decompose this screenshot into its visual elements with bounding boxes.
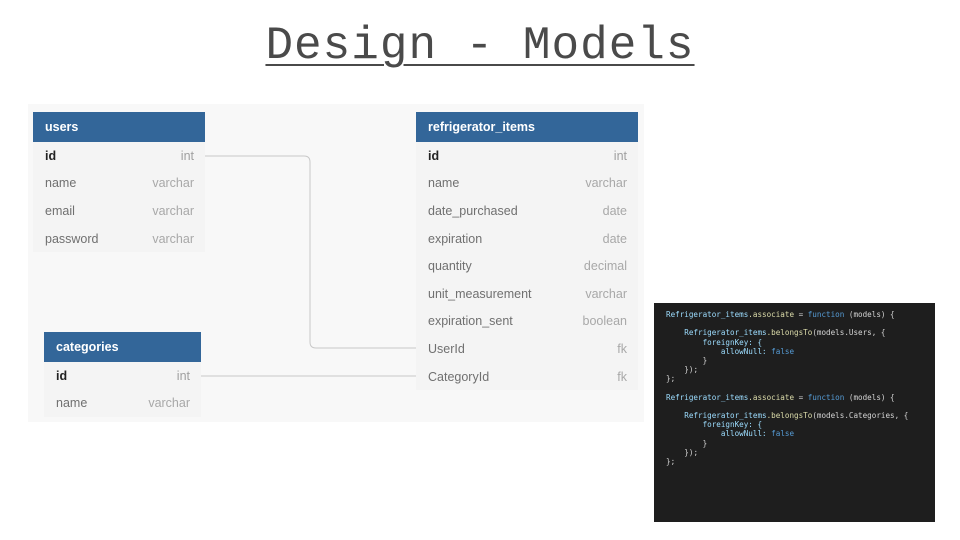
field-type: decimal bbox=[583, 259, 627, 274]
field-type: int bbox=[176, 368, 190, 383]
code-line: Refrigerator_items.associate = function … bbox=[666, 310, 895, 319]
field-type: varchar bbox=[152, 176, 194, 191]
code-line: }; bbox=[666, 374, 676, 384]
field-type: varchar bbox=[152, 203, 194, 218]
field-name: name bbox=[428, 176, 460, 191]
field-name: id bbox=[56, 368, 68, 383]
code-line: }; bbox=[666, 457, 676, 466]
code-line: allowNull: false bbox=[720, 346, 795, 356]
code-line: } bbox=[702, 438, 708, 448]
field-name: id bbox=[45, 148, 57, 163]
table-row: date_purchased date bbox=[416, 197, 638, 225]
field-type: date bbox=[602, 203, 627, 218]
field-type: date bbox=[602, 231, 627, 246]
code-line: } bbox=[702, 355, 708, 365]
table-row: id int bbox=[44, 362, 201, 390]
field-type: varchar bbox=[152, 231, 194, 246]
table-row: unit_measurement varchar bbox=[416, 280, 638, 308]
field-name: expiration bbox=[428, 231, 483, 246]
field-type: varchar bbox=[585, 176, 627, 191]
field-type: int bbox=[180, 148, 194, 163]
field-type: boolean bbox=[582, 314, 628, 329]
table-row: name varchar bbox=[416, 170, 638, 198]
field-name: CategoryId bbox=[428, 369, 490, 384]
field-name: unit_measurement bbox=[428, 286, 532, 301]
field-type: varchar bbox=[148, 396, 190, 411]
code-line: foreignKey: { bbox=[702, 337, 763, 347]
table-row: name varchar bbox=[44, 390, 201, 418]
users-table-header: users bbox=[33, 112, 205, 142]
refrigerator-items-table-header: refrigerator_items bbox=[416, 112, 638, 142]
field-name: UserId bbox=[428, 341, 465, 356]
field-name: id bbox=[428, 148, 440, 163]
field-name: expiration_sent bbox=[428, 314, 513, 329]
field-type: fk bbox=[617, 369, 627, 384]
table-row: id int bbox=[33, 142, 205, 170]
field-name: name bbox=[45, 176, 77, 191]
field-name: email bbox=[45, 203, 75, 218]
table-row: email varchar bbox=[33, 197, 205, 225]
categories-table[interactable]: categories id int name varchar bbox=[44, 332, 201, 418]
code-line: Refrigerator_items.belongsTo(models.User… bbox=[684, 328, 886, 338]
table-row: expiration date bbox=[416, 225, 638, 253]
table-row: name varchar bbox=[33, 170, 205, 198]
refrigerator-items-table[interactable]: refrigerator_items id int name varchar d… bbox=[416, 112, 638, 391]
code-line: Refrigerator_items.associate = function … bbox=[666, 392, 895, 402]
field-name: date_purchased bbox=[428, 203, 518, 218]
table-row: expiration_sent boolean bbox=[416, 308, 638, 336]
table-row: UserId fk bbox=[416, 335, 638, 363]
code-line: allowNull: false bbox=[720, 429, 795, 439]
code-line: Refrigerator_items.belongsTo(models.Cate… bbox=[684, 411, 909, 421]
field-name: password bbox=[45, 231, 99, 246]
code-line: }); bbox=[684, 365, 699, 375]
code-line: }); bbox=[684, 447, 699, 457]
categories-table-header: categories bbox=[44, 332, 201, 362]
field-name: quantity bbox=[428, 259, 472, 274]
code-snippet-panel: Refrigerator_items.associate = function … bbox=[654, 303, 935, 522]
code-line: foreignKey: { bbox=[702, 420, 763, 430]
table-row: quantity decimal bbox=[416, 252, 638, 280]
field-type: int bbox=[613, 148, 627, 163]
field-name: name bbox=[56, 396, 88, 411]
table-row: CategoryId fk bbox=[416, 363, 638, 391]
users-table[interactable]: users id int name varchar email varchar … bbox=[33, 112, 205, 253]
table-row: password varchar bbox=[33, 225, 205, 253]
table-row: id int bbox=[416, 142, 638, 170]
field-type: varchar bbox=[585, 286, 627, 301]
field-type: fk bbox=[617, 341, 627, 356]
page-title: Design - Models bbox=[265, 20, 695, 72]
